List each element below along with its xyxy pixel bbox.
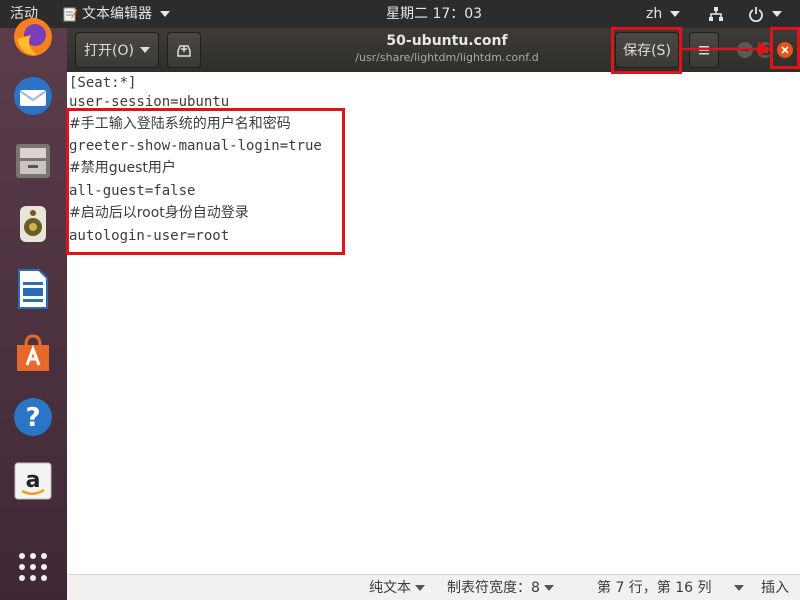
input-method-label: zh: [646, 6, 663, 22]
close-button[interactable]: [777, 42, 793, 58]
app-menu[interactable]: 文本编辑器: [62, 0, 170, 28]
editor-line[interactable]: #启动后以root身份自动登录: [69, 202, 249, 224]
svg-text:a: a: [26, 468, 41, 493]
chevron-down-icon: [772, 11, 782, 17]
text-editor-area[interactable]: [Seat:*] user-session=ubuntu #手工输入登陆系统的用…: [67, 72, 800, 574]
clock[interactable]: 星期二 17：03: [386, 0, 482, 28]
chevron-down-icon: [733, 585, 744, 591]
editor-line[interactable]: greeter-show-manual-login=true: [69, 135, 322, 157]
new-tab-button[interactable]: [167, 32, 201, 68]
chevron-down-icon: [670, 11, 681, 17]
software-center-icon[interactable]: [10, 330, 56, 376]
firefox-icon[interactable]: [10, 14, 56, 60]
top-panel: 活动 文本编辑器 星期二 17：03 zh: [0, 0, 800, 28]
tab-width-label: 制表符宽度：8: [447, 580, 540, 596]
save-button-label: 保存(S): [623, 43, 671, 59]
chevron-down-icon: [415, 585, 425, 591]
network-menu[interactable]: [708, 0, 724, 28]
document-title: 50-ubuntu.conf: [386, 33, 508, 49]
status-bar: 纯文本 制表符宽度：8 第 7 行，第 16 列 插入: [67, 574, 800, 600]
system-menu[interactable]: [748, 0, 782, 28]
thunderbird-icon[interactable]: [10, 73, 56, 119]
editor-line[interactable]: all-guest=false: [69, 180, 195, 202]
tab-width-selector[interactable]: 制表符宽度：8: [447, 575, 554, 600]
launcher-dock: ? a: [0, 18, 67, 600]
rhythmbox-icon[interactable]: [10, 201, 56, 247]
text-editor-icon: [63, 7, 77, 22]
chevron-down-icon: [139, 47, 150, 53]
chevron-down-icon: [543, 585, 554, 591]
amazon-icon[interactable]: a: [10, 458, 56, 504]
insert-mode-indicator: 插入: [761, 575, 789, 600]
chevron-down-icon: [160, 11, 170, 17]
close-icon: [781, 46, 789, 54]
power-icon: [749, 7, 763, 22]
files-icon[interactable]: [10, 138, 56, 184]
clock-label: 星期二 17：03: [386, 6, 483, 22]
network-icon: [709, 7, 723, 21]
show-apps-icon[interactable]: [10, 544, 56, 590]
open-button[interactable]: 打开(O): [75, 32, 159, 68]
editor-line[interactable]: #手工输入登陆系统的用户名和密码: [69, 113, 291, 135]
cursor-position-selector[interactable]: 第 7 行，第 16 列: [597, 575, 744, 600]
window-title: 50-ubuntu.conf /usr/share/lightdm/lightd…: [297, 32, 597, 66]
insert-mode-label: 插入: [761, 580, 789, 596]
libreoffice-writer-icon[interactable]: [10, 266, 56, 312]
syntax-selector[interactable]: 纯文本: [369, 575, 425, 600]
help-icon[interactable]: ?: [10, 394, 56, 440]
annotation-arrow: [682, 42, 772, 56]
new-document-icon: [177, 45, 191, 57]
svg-text:?: ?: [25, 403, 40, 433]
cursor-position-label: 第 7 行，第 16 列: [597, 580, 712, 596]
document-path: /usr/share/lightdm/lightdm.conf.d: [355, 51, 539, 64]
syntax-label: 纯文本: [369, 580, 411, 596]
open-button-label: 打开(O): [84, 43, 134, 59]
editor-line[interactable]: autologin-user=root: [69, 225, 229, 247]
input-method-menu[interactable]: zh: [646, 0, 681, 28]
editor-line[interactable]: user-session=ubuntu: [69, 91, 229, 113]
editor-line[interactable]: #禁用guest用户: [69, 157, 176, 179]
app-menu-label: 文本编辑器: [82, 6, 152, 22]
save-button[interactable]: 保存(S): [615, 32, 679, 68]
